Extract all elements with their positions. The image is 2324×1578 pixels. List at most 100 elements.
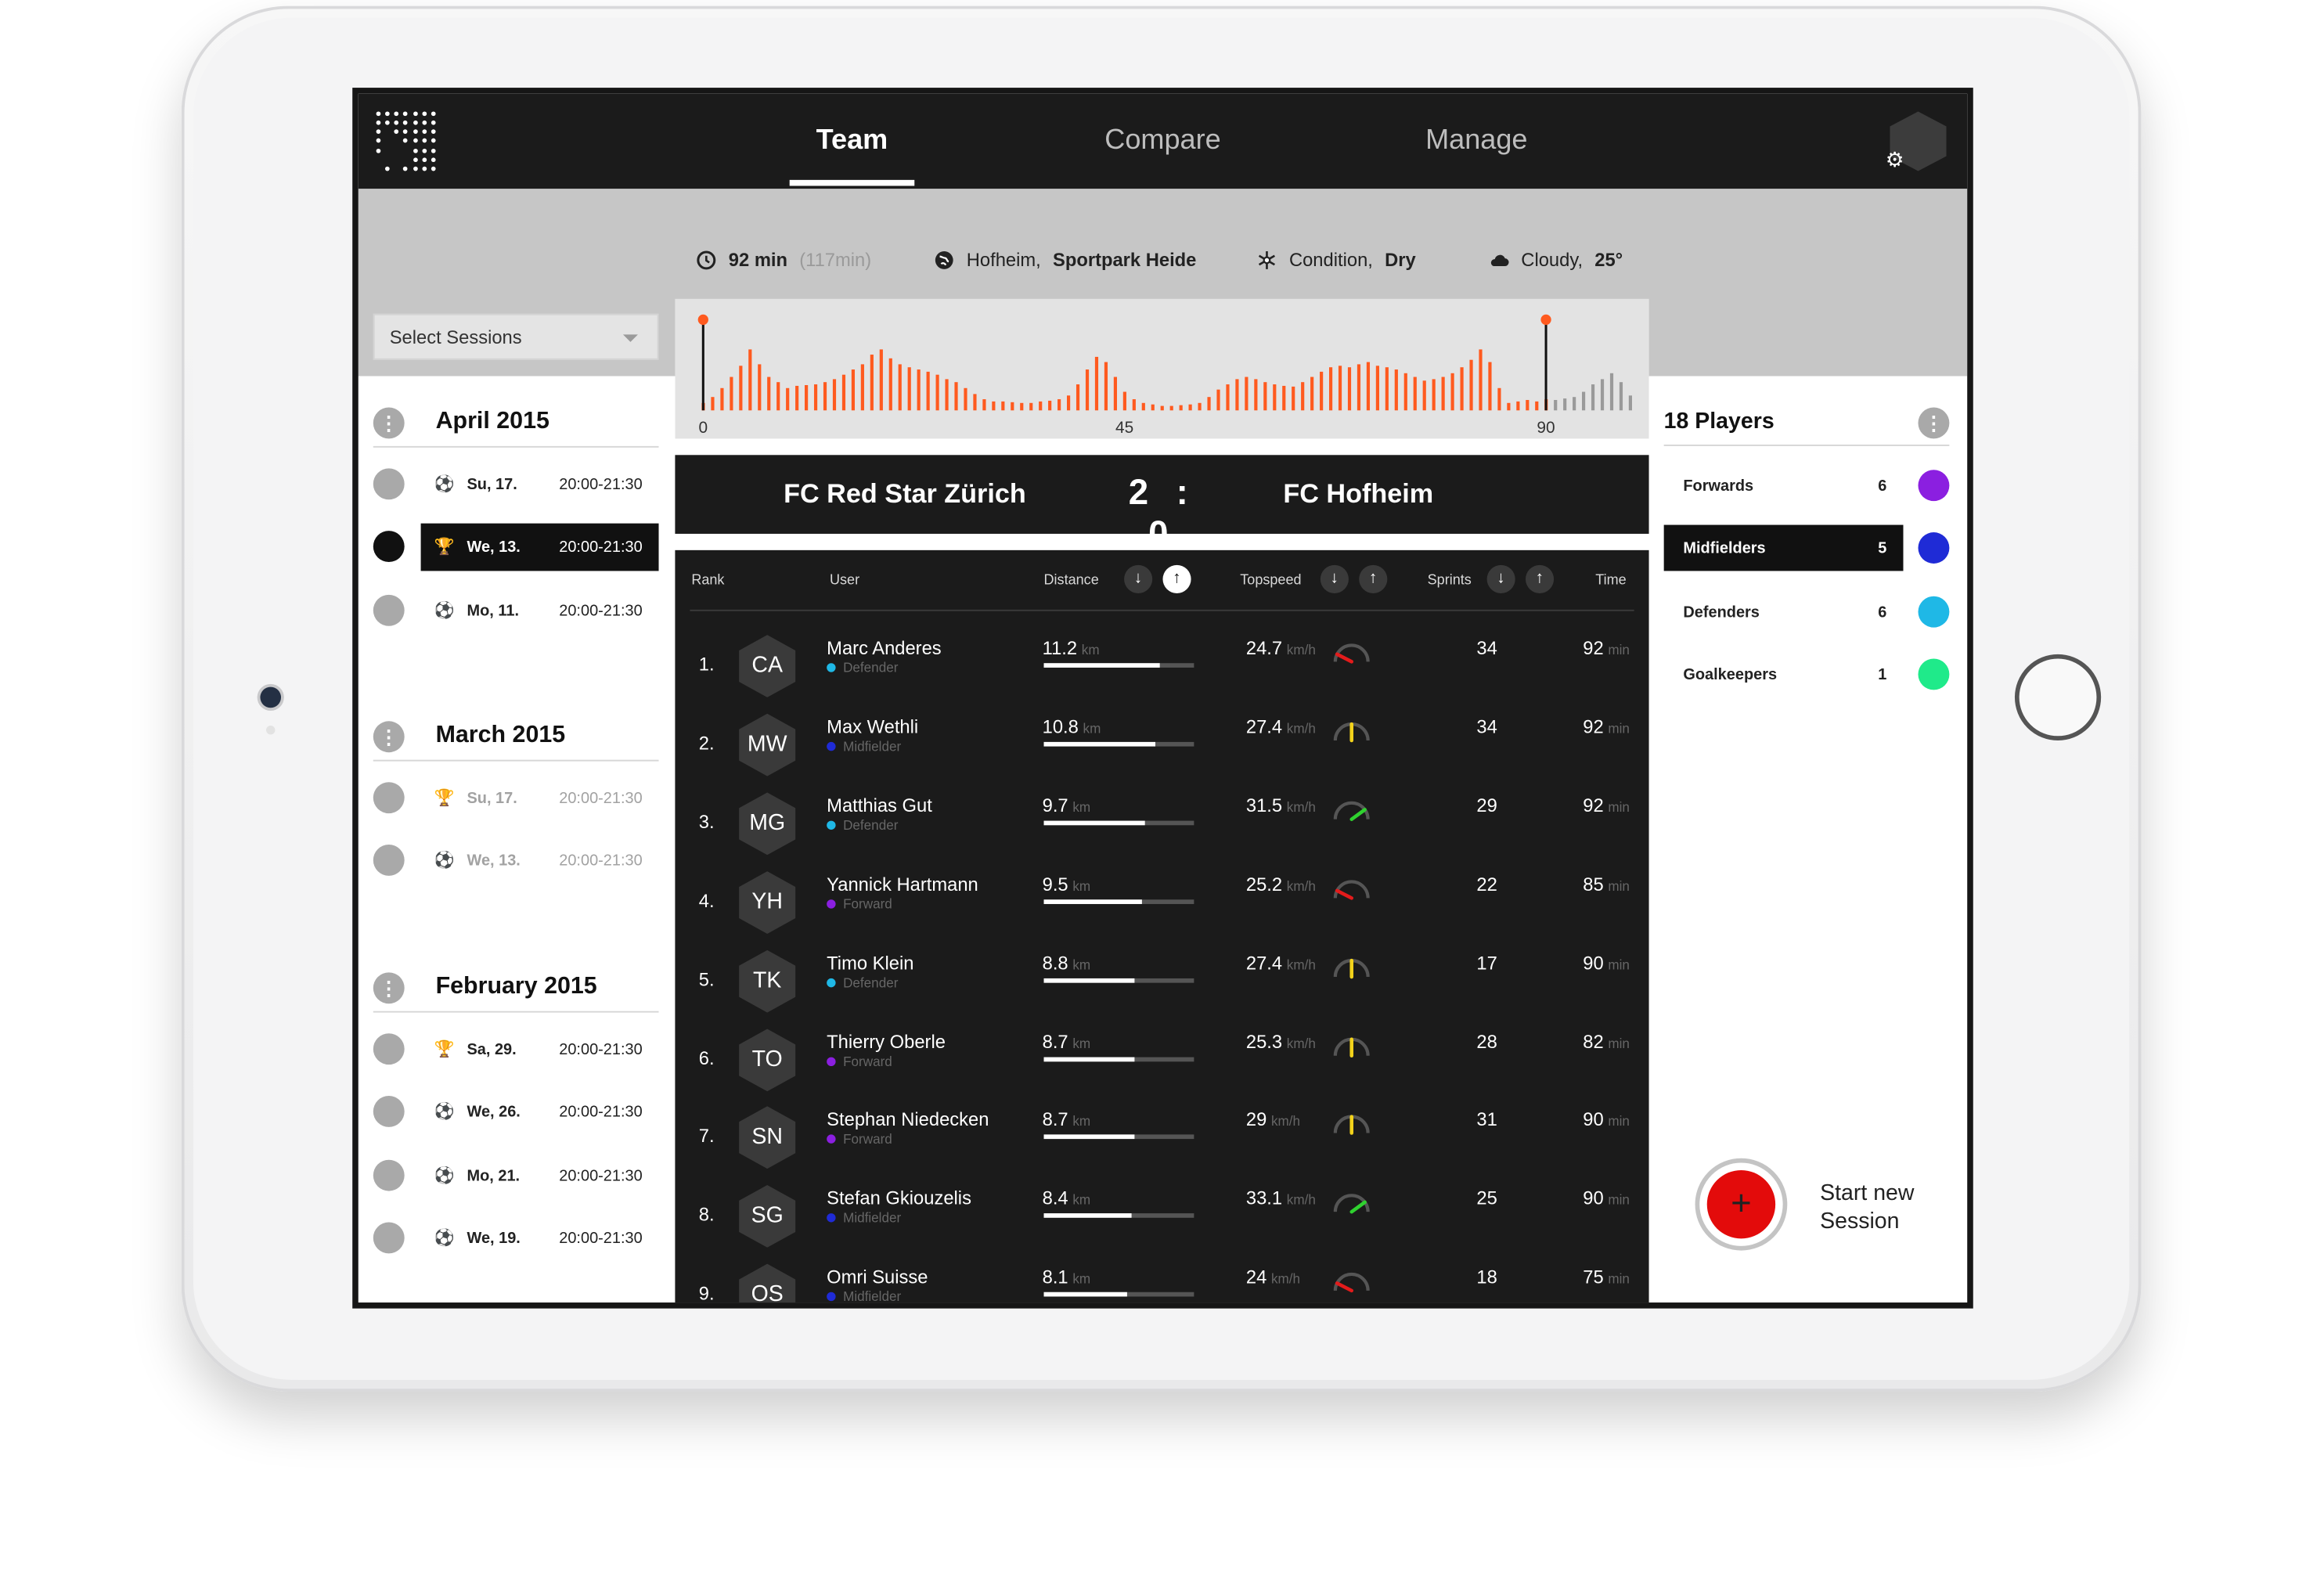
- group-color-dot[interactable]: [1918, 532, 1950, 564]
- header-distance[interactable]: Distance: [1044, 572, 1099, 589]
- player-group-goalkeepers[interactable]: Goalkeepers 1: [1664, 651, 1950, 697]
- session-indicator[interactable]: [373, 782, 405, 814]
- home-button[interactable]: [2014, 654, 2102, 741]
- session-pill[interactable]: ⚽ Mo, 21. 20:00-21:30: [421, 1152, 659, 1200]
- session-pill[interactable]: ⚽ We, 13. 20:00-21:30: [421, 838, 659, 885]
- chart-bar: [1263, 382, 1267, 411]
- session-pill[interactable]: ⚽ We, 26. 20:00-21:30: [421, 1089, 659, 1137]
- avatar[interactable]: CA: [739, 635, 796, 697]
- session-indicator[interactable]: [373, 594, 405, 626]
- session-row[interactable]: 🏆 Su, 17. 20:00-21:30: [373, 775, 659, 823]
- sprints-sort-asc-icon[interactable]: ↑: [1525, 564, 1555, 593]
- table-row[interactable]: 7. SN Stephan Niedecken Forward 8.7 km 29 km/h 3…: [675, 1101, 1648, 1180]
- player-name[interactable]: Matthias Gut: [827, 795, 932, 816]
- table-row[interactable]: 8. SG Stefan Gkiouzelis Midfielder 8.4 km 33.1…: [675, 1180, 1648, 1259]
- player-name[interactable]: Timo Klein: [827, 953, 913, 974]
- header-time[interactable]: Time: [1595, 572, 1626, 589]
- more-icon[interactable]: ⋮: [373, 407, 405, 439]
- header-topspeed[interactable]: Topspeed: [1240, 572, 1301, 589]
- session-indicator[interactable]: [373, 845, 405, 877]
- player-group-midfielders[interactable]: Midfielders 5: [1663, 525, 1950, 572]
- session-pill[interactable]: 🏆 Sa, 29. 20:00-21:30: [421, 1026, 659, 1074]
- topspeed-sort-asc-icon[interactable]: ↑: [1359, 564, 1388, 593]
- session-pill[interactable]: ⚽ Su, 17. 20:00-21:30: [421, 461, 659, 509]
- group-color-dot[interactable]: [1918, 596, 1950, 628]
- session-indicator[interactable]: [373, 468, 405, 500]
- player-group-pill[interactable]: Goalkeepers 1: [1664, 651, 1904, 697]
- session-indicator[interactable]: [373, 1033, 405, 1065]
- avatar[interactable]: OS: [739, 1264, 796, 1303]
- avatar[interactable]: MW: [739, 713, 796, 776]
- distance-cell: 8.7 km: [1043, 1031, 1091, 1052]
- more-icon[interactable]: ⋮: [1918, 407, 1950, 439]
- session-row[interactable]: 🏆 We, 13. 20:00-21:30: [373, 524, 659, 572]
- table-row[interactable]: 4. YH Yannick Hartmann Forward 9.5 km 25.2 km/h…: [675, 865, 1648, 944]
- distance-bar: [1043, 1135, 1194, 1140]
- avatar[interactable]: SN: [739, 1107, 796, 1169]
- session-row[interactable]: ⚽ We, 26. 20:00-21:30: [373, 1089, 659, 1137]
- session-indicator[interactable]: [373, 1096, 405, 1128]
- range-marker-handle[interactable]: [697, 314, 708, 326]
- table-row[interactable]: 1. CA Marc Anderes Defender 11.2 km 24.7 km/h 34…: [675, 629, 1648, 708]
- player-group-pill[interactable]: Defenders 6: [1664, 589, 1904, 635]
- player-name[interactable]: Stefan Gkiouzelis: [827, 1188, 971, 1209]
- avatar-initials: TK: [752, 967, 782, 993]
- start-new-session-label[interactable]: Start new Session: [1820, 1179, 1914, 1235]
- avatar[interactable]: SG: [739, 1185, 796, 1248]
- session-indicator[interactable]: [373, 531, 405, 563]
- player-group-forwards[interactable]: Forwards 6: [1664, 463, 1950, 509]
- table-row[interactable]: 9. OS Omri Suisse Midfielder 8.1 km 24 km/h 18 75…: [675, 1258, 1648, 1303]
- avatar[interactable]: TK: [739, 949, 796, 1012]
- avatar[interactable]: MG: [739, 792, 796, 855]
- topspeed-cell: 27.4 km/h: [1246, 716, 1316, 737]
- range-marker-handle[interactable]: [1540, 314, 1551, 326]
- topspeed-sort-desc-icon[interactable]: ↓: [1320, 564, 1349, 593]
- sprints-sort-desc-icon[interactable]: ↓: [1486, 564, 1515, 593]
- time-value: 92: [1583, 716, 1604, 737]
- session-row[interactable]: ⚽ We, 19. 20:00-21:30: [373, 1215, 659, 1263]
- session-row[interactable]: 🏆 Sa, 29. 20:00-21:30: [373, 1026, 659, 1074]
- tab-compare[interactable]: Compare: [1051, 94, 1274, 189]
- player-name[interactable]: Yannick Hartmann: [827, 874, 978, 895]
- session-row[interactable]: ⚽ Mo, 21. 20:00-21:30: [373, 1152, 659, 1200]
- player-group-pill[interactable]: Forwards 6: [1664, 463, 1904, 509]
- session-indicator[interactable]: [373, 1159, 405, 1191]
- distance-unit: km: [1072, 1271, 1091, 1287]
- session-pill[interactable]: 🏆 We, 13. 20:00-21:30: [420, 524, 659, 572]
- session-row[interactable]: ⚽ Mo, 11. 20:00-21:30: [373, 587, 659, 635]
- session-row[interactable]: ⚽ We, 13. 20:00-21:30: [373, 838, 659, 885]
- more-icon[interactable]: ⋮: [373, 721, 405, 753]
- session-pill[interactable]: ⚽ Mo, 11. 20:00-21:30: [421, 587, 659, 635]
- distance-sort-asc-icon[interactable]: ↑: [1162, 564, 1191, 593]
- gear-icon[interactable]: ⚙: [1886, 149, 1907, 170]
- select-sessions-dropdown[interactable]: Select Sessions: [373, 313, 659, 360]
- distance-bar: [1043, 741, 1194, 747]
- tab-team[interactable]: Team: [740, 94, 964, 189]
- session-pill[interactable]: ⚽ We, 19. 20:00-21:30: [421, 1215, 659, 1263]
- tab-manage[interactable]: Manage: [1365, 94, 1588, 189]
- avatar[interactable]: YH: [739, 870, 796, 934]
- session-pill[interactable]: 🏆 Su, 17. 20:00-21:30: [421, 775, 659, 823]
- table-row[interactable]: 2. MW Max Wethli Midfielder 10.8 km 27.4 km/h 34…: [675, 708, 1648, 787]
- group-color-dot[interactable]: [1918, 658, 1950, 690]
- header-sprints[interactable]: Sprints: [1428, 572, 1472, 589]
- player-name[interactable]: Max Wethli: [827, 716, 918, 737]
- player-name[interactable]: Stephan Niedecken: [827, 1110, 989, 1131]
- player-name[interactable]: Omri Suisse: [827, 1267, 928, 1288]
- player-name[interactable]: Thierry Oberle: [827, 1031, 946, 1052]
- table-row[interactable]: 6. TO Thierry Oberle Forward 8.7 km 25.3 km/h 28…: [675, 1022, 1648, 1101]
- player-group-pill[interactable]: Midfielders 5: [1663, 525, 1904, 572]
- table-row[interactable]: 5. TK Timo Klein Defender 8.8 km 27.4 km/h 17 90 m…: [675, 943, 1648, 1022]
- table-row[interactable]: 3. MG Matthias Gut Defender 9.7 km 31.5 km/h 29 9…: [675, 787, 1648, 866]
- more-icon[interactable]: ⋮: [373, 972, 405, 1004]
- player-group-defenders[interactable]: Defenders 6: [1664, 589, 1950, 635]
- chart-bar: [917, 369, 921, 411]
- group-color-dot[interactable]: [1918, 470, 1950, 502]
- distance-sort-desc-icon[interactable]: ↓: [1124, 564, 1153, 593]
- player-name[interactable]: Marc Anderes: [827, 638, 942, 659]
- start-new-session-button[interactable]: +: [1695, 1158, 1788, 1251]
- session-row[interactable]: ⚽ Su, 17. 20:00-21:30: [373, 461, 659, 509]
- logo-icon[interactable]: [373, 109, 439, 175]
- session-indicator[interactable]: [373, 1222, 405, 1254]
- avatar[interactable]: TO: [739, 1028, 796, 1091]
